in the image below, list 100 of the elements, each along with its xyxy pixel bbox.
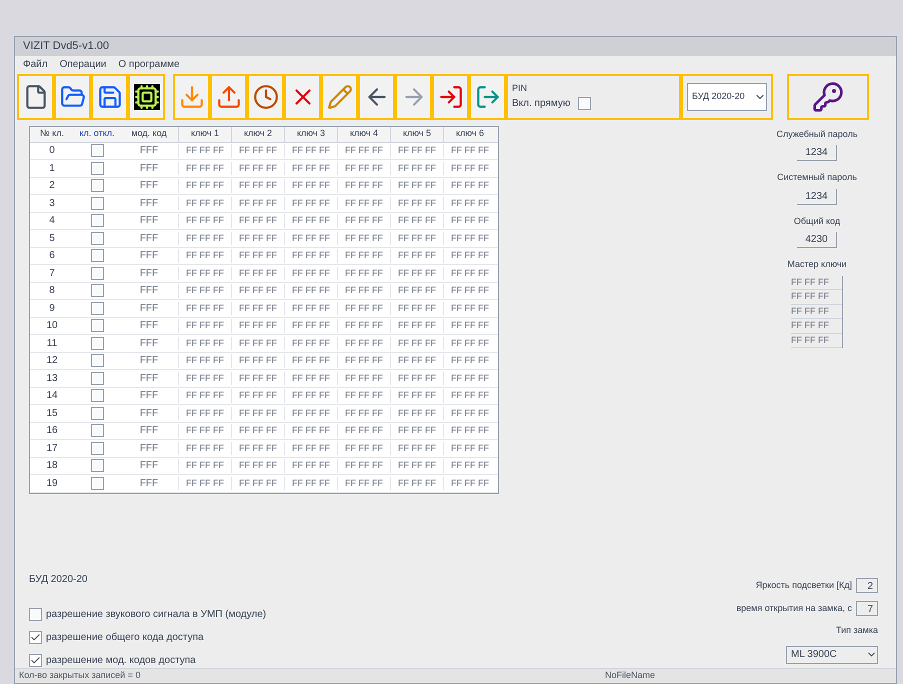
list-item[interactable]: FF FF FF	[791, 276, 842, 290]
menu-item[interactable]: О программе	[118, 57, 180, 72]
column-header: ключ 6	[443, 126, 496, 142]
table-cell: FF FF FF	[231, 372, 284, 386]
table-cell-text: FFF	[138, 214, 160, 228]
column-header: кл. откл.	[78, 126, 116, 140]
table-cell: FF FF FF	[231, 424, 284, 438]
table-cell: FF FF FF	[337, 389, 390, 403]
field-label: Системный пароль	[777, 171, 857, 184]
password-field[interactable]: 1234	[797, 188, 837, 205]
checkbox[interactable]	[90, 179, 104, 192]
number-field[interactable]: 2	[856, 578, 878, 594]
checkbox[interactable]	[90, 144, 104, 158]
checkbox[interactable]	[578, 96, 592, 110]
table-cell: FF FF FF	[337, 354, 390, 368]
table-cell: FF FF FF	[337, 372, 390, 386]
table-cell: FF FF FF	[231, 214, 284, 228]
checkbox[interactable]	[90, 336, 104, 350]
table-cell: FF FF FF	[178, 406, 231, 420]
checkbox[interactable]	[90, 232, 104, 245]
list-item[interactable]: FF FF FF	[791, 334, 842, 348]
column-header: мод. код	[130, 126, 168, 140]
row-number: 18	[45, 459, 59, 474]
row-number: 5	[48, 232, 56, 246]
checkbox[interactable]	[90, 406, 104, 420]
field-label: Общий код	[794, 214, 840, 228]
table-cell: FF FF FF	[284, 336, 337, 350]
table-cell: FF FF FF	[390, 389, 443, 403]
table-cell: FF FF FF	[337, 336, 390, 350]
table-cell: FF FF FF	[390, 179, 443, 193]
checkbox[interactable]	[90, 302, 104, 315]
table-cell: FF FF FF	[284, 232, 337, 246]
table-cell: FF FF FF	[231, 442, 284, 456]
table-cell: FF FF FF	[443, 319, 496, 333]
table-cell: FF FF FF	[231, 389, 284, 403]
lock-type-select[interactable]: ML 3900C	[786, 646, 878, 664]
table-cell: FF FF FF	[231, 354, 284, 368]
table-cell: FF FF FF	[178, 354, 231, 368]
table-cell: FF FF FF	[337, 266, 390, 280]
password-field[interactable]: 1234	[797, 145, 837, 162]
table-cell: FF FF FF	[390, 424, 443, 438]
table-cell: FF FF FF	[284, 406, 337, 420]
list-item[interactable]: FF FF FF	[791, 290, 842, 305]
checkbox[interactable]	[90, 424, 104, 438]
checkbox[interactable]	[29, 630, 42, 644]
table-cell: FF FF FF	[337, 302, 390, 316]
table-cell: FF FF FF	[284, 284, 337, 298]
chip-icon	[134, 84, 160, 110]
device-select[interactable]: БУД 2020-20	[687, 82, 767, 111]
table-cell: FF FF FF	[178, 319, 231, 333]
checkbox[interactable]	[90, 476, 104, 490]
table-cell: FF FF FF	[443, 406, 496, 420]
checkbox[interactable]	[29, 654, 42, 667]
toolbar-button[interactable]	[128, 74, 165, 120]
checkbox[interactable]	[90, 354, 104, 368]
table-cell: FF FF FF	[178, 336, 231, 350]
table-cell: FF FF FF	[443, 372, 496, 386]
checkbox[interactable]	[90, 214, 104, 228]
toolbar-button[interactable]	[17, 74, 54, 120]
check-icon	[30, 632, 41, 643]
table-cell: FF FF FF	[337, 162, 390, 176]
table-cell: FF FF FF	[178, 162, 231, 176]
checkbox[interactable]	[90, 389, 104, 402]
master-key-list[interactable]: FF FF FF FF FF FF FF FF FF FF FF FF FF FF FF	[791, 276, 843, 348]
number-field[interactable]: 7	[856, 601, 878, 616]
table-cell: FF FF FF	[337, 424, 390, 438]
table-cell: FF FF FF	[337, 249, 390, 263]
checkbox[interactable]	[90, 162, 104, 175]
table-cell: FF FF FF	[443, 354, 496, 368]
list-item[interactable]: FF FF FF	[791, 319, 842, 334]
table-cell: FF FF FF	[178, 389, 231, 403]
table-cell: FF FF FF	[178, 179, 231, 193]
table-cell: FF FF FF	[284, 196, 337, 210]
checkbox[interactable]	[90, 284, 104, 298]
checkbox[interactable]	[90, 319, 104, 332]
password-field[interactable]: 4230	[797, 232, 837, 248]
row-number: 11	[46, 336, 58, 351]
table-cell: FF FF FF	[337, 144, 390, 158]
checkbox[interactable]	[90, 442, 104, 455]
menu-item[interactable]: Операции	[60, 57, 106, 72]
clock-icon	[252, 84, 278, 110]
checkbox[interactable]	[90, 196, 104, 210]
menu-item[interactable]: Файл	[23, 57, 48, 72]
table-cell: FF FF FF	[443, 284, 496, 298]
table-cell: FF FF FF	[337, 214, 390, 228]
checkbox[interactable]	[90, 459, 104, 472]
column-header: № кл.	[39, 126, 65, 140]
table-cell: FF FF FF	[390, 302, 443, 316]
table-cell: FF FF FF	[231, 302, 284, 316]
checkbox[interactable]	[90, 266, 104, 280]
column-header: ключ 2	[231, 126, 284, 142]
checkbox[interactable]	[90, 249, 104, 262]
table-cell: FF FF FF	[231, 144, 284, 158]
toolbar-button[interactable]	[358, 74, 395, 120]
row-number: 4	[48, 214, 56, 228]
checkbox[interactable]	[29, 608, 42, 621]
table-cell-text: FFF	[138, 372, 160, 386]
checkbox[interactable]	[90, 372, 104, 385]
list-item[interactable]: FF FF FF	[791, 304, 842, 320]
row-number: 0	[48, 144, 56, 158]
